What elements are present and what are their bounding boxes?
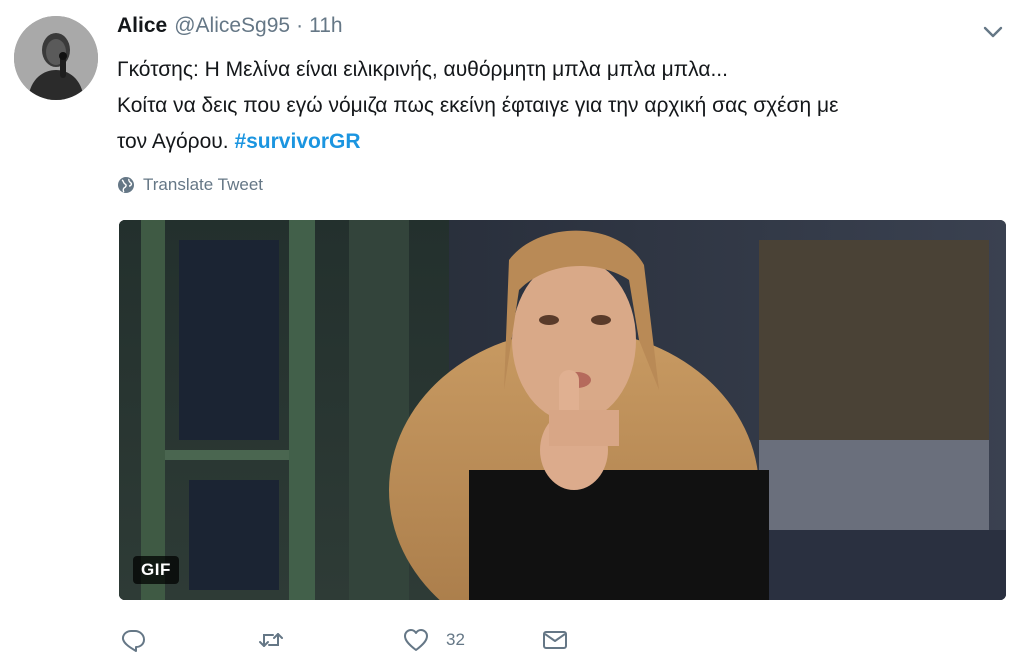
separator-dot: · (296, 14, 304, 37)
avatar-image (14, 16, 98, 100)
hashtag-link[interactable]: #survivorGR (234, 130, 360, 153)
heart-icon (404, 629, 428, 651)
author-handle[interactable]: @AliceSg95 (174, 14, 290, 38)
avatar[interactable] (14, 16, 98, 100)
tweet-text: Γκότσης: Η Μελίνα είναι ειλικρινής, αυθό… (117, 52, 1007, 160)
reply-icon (121, 630, 145, 652)
author-name[interactable]: Alice (117, 14, 167, 38)
tweet-text-line: Γκότσης: Η Μελίνα είναι ειλικρινής, αυθό… (117, 58, 728, 81)
tweet-card: Alice @AliceSg95 · 11h Γκότσης: Η Μελίνα… (0, 0, 1024, 668)
like-count: 32 (446, 630, 465, 649)
envelope-icon (543, 631, 567, 649)
tweet-text-line: τον Αγόρου. #survivorGR (117, 124, 1007, 160)
translate-label: Translate Tweet (143, 175, 264, 194)
direct-message-button[interactable] (541, 622, 569, 658)
gif-media[interactable]: GIF (119, 220, 1006, 600)
tweet-header: Alice @AliceSg95 · 11h (117, 14, 343, 44)
globe-icon (118, 177, 134, 193)
gif-frame (119, 220, 1006, 600)
tweet-text-fragment: τον Αγόρου. (117, 130, 235, 153)
reply-button[interactable] (119, 622, 147, 658)
tweet-timestamp[interactable]: 11h (309, 14, 342, 38)
tweet-text-line: Κοίτα να δεις που εγώ νόμιζα πως εκείνη … (117, 94, 839, 117)
chevron-down-icon[interactable] (980, 22, 1006, 42)
gif-badge: GIF (133, 556, 179, 584)
retweet-button[interactable] (257, 622, 285, 658)
translate-tweet-link[interactable]: Translate Tweet (117, 172, 263, 198)
like-button[interactable]: 32 (402, 622, 465, 658)
retweet-icon (259, 633, 283, 647)
tweet-actions: 32 (119, 622, 639, 658)
